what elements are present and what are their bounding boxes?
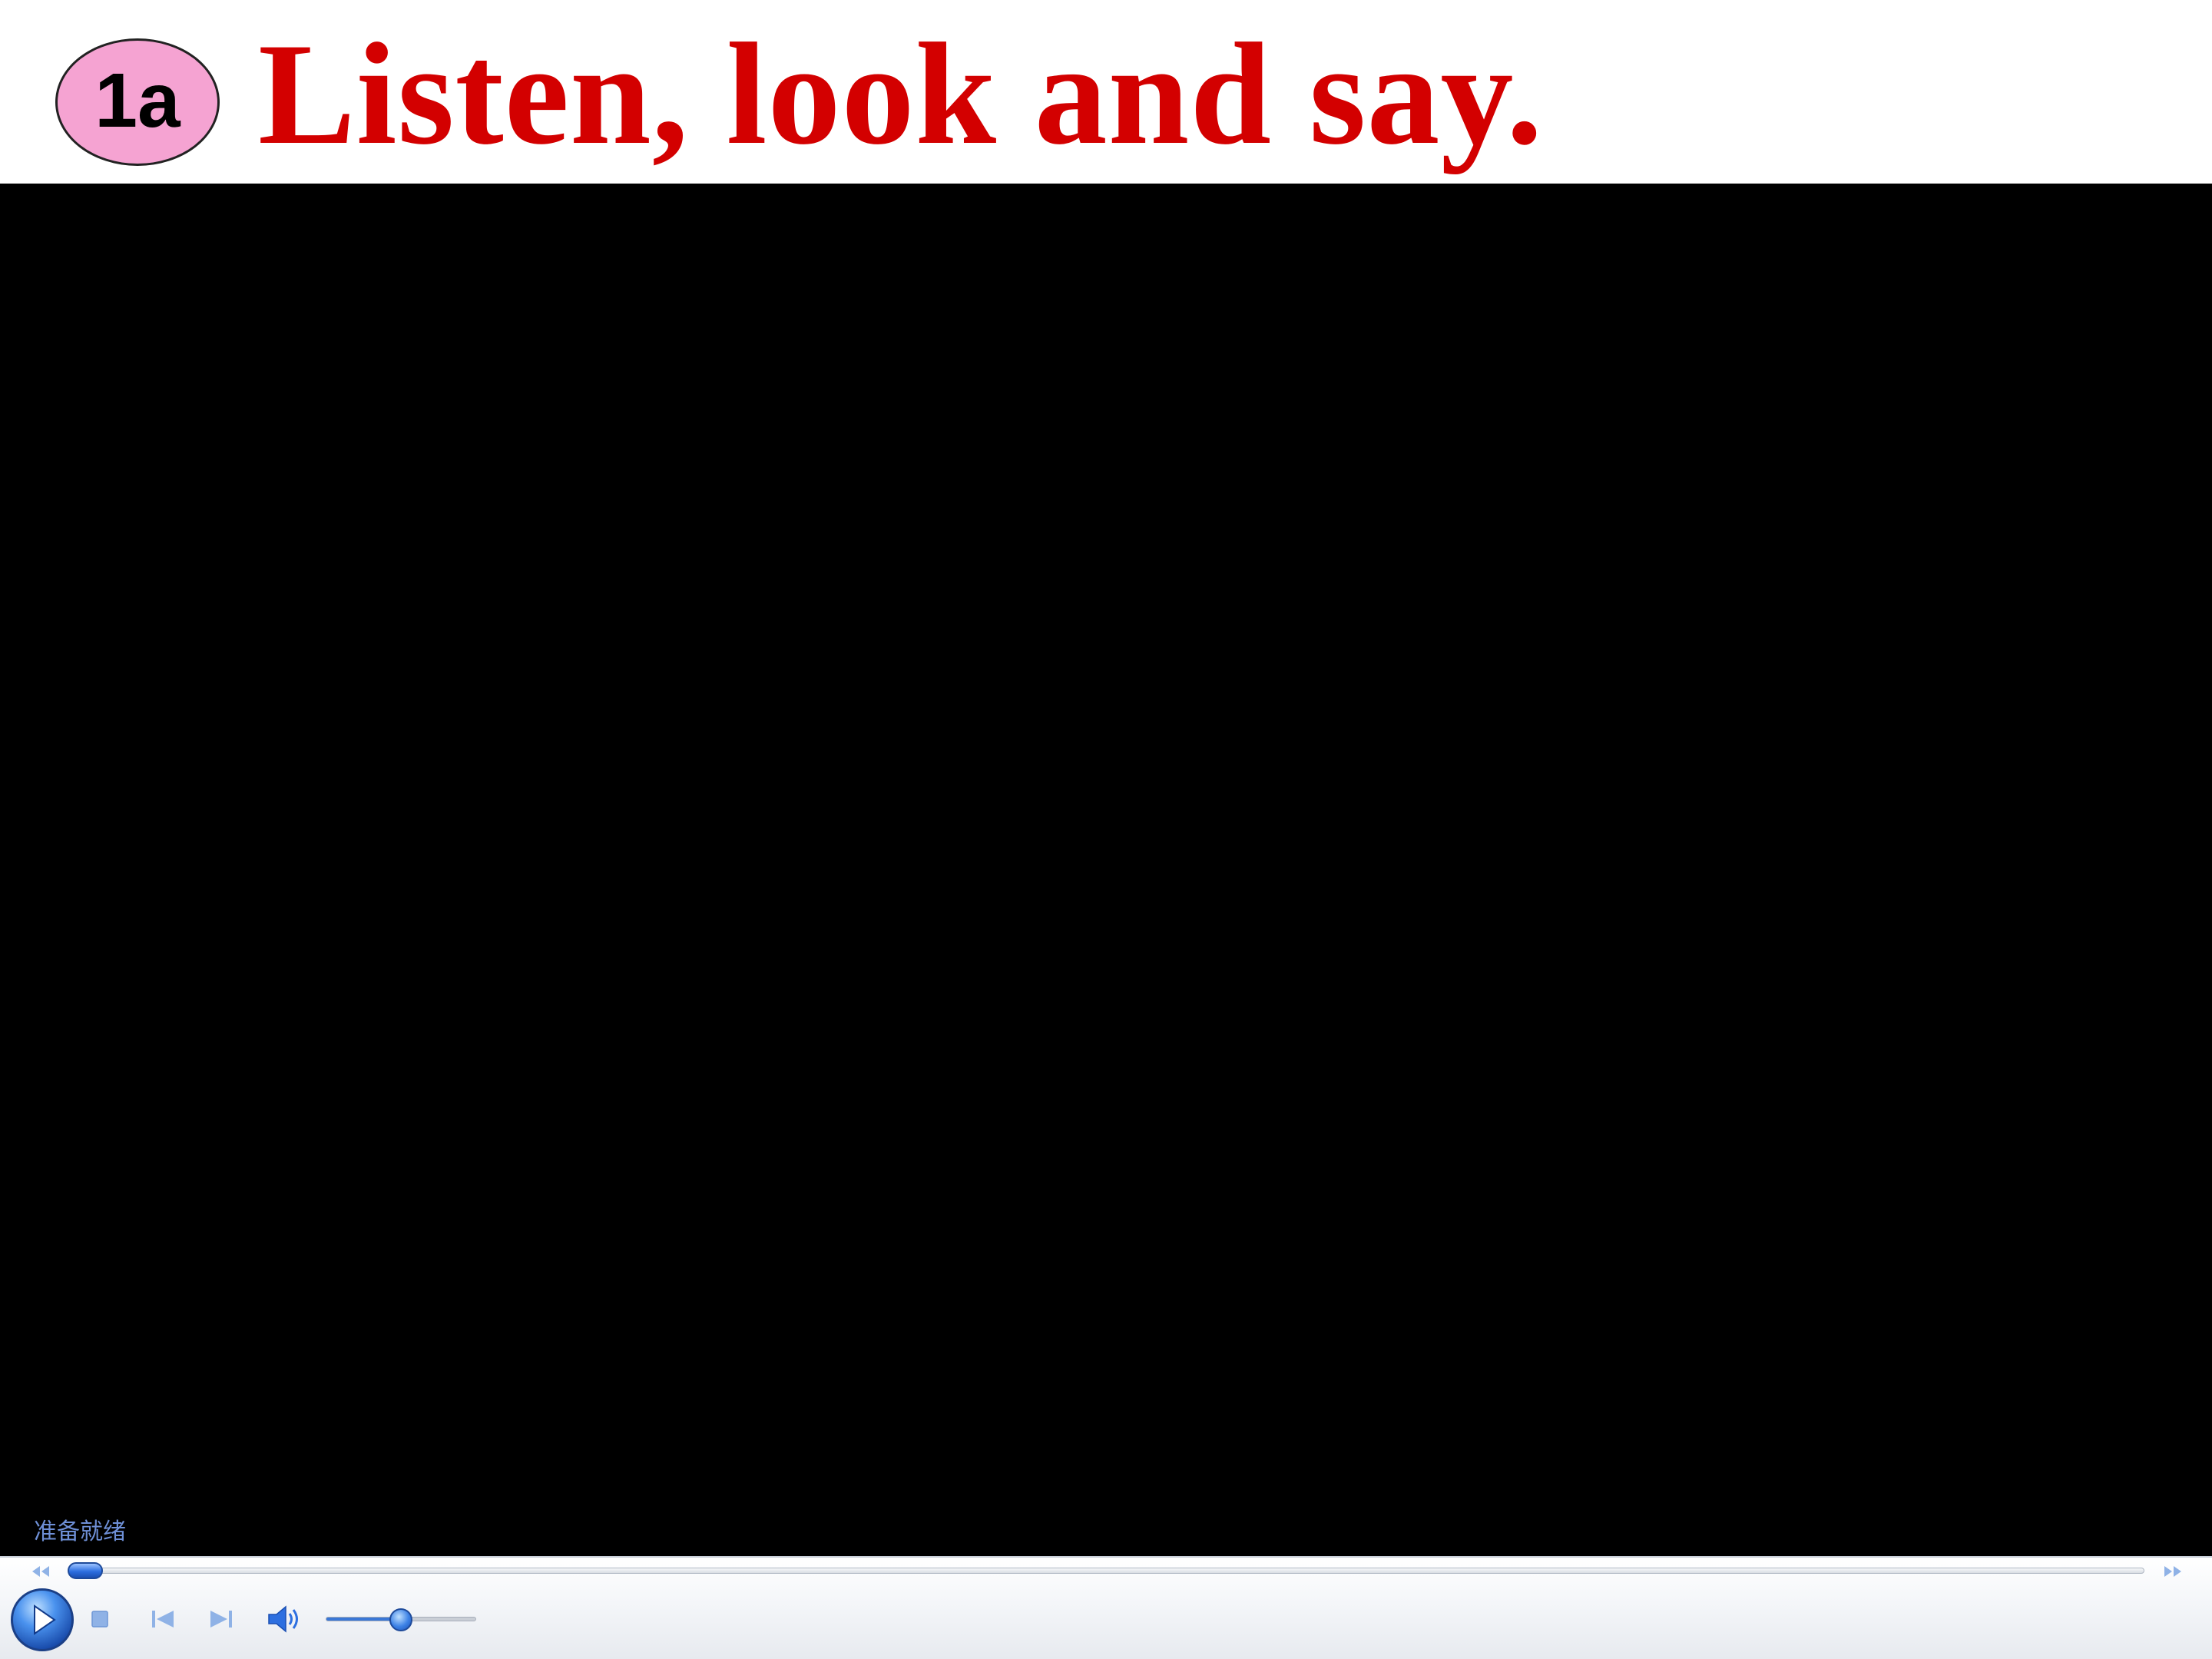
player-status-text: 准备就绪 xyxy=(34,1518,126,1545)
slide-title: Listen, look and say. xyxy=(258,14,1544,175)
slide-header: 1a Listen, look and say. xyxy=(0,0,2212,184)
activity-badge: 1a xyxy=(55,38,220,166)
media-player: 准备就绪 xyxy=(0,184,2212,1659)
seek-bar-thumb[interactable] xyxy=(68,1562,103,1579)
stop-button[interactable] xyxy=(81,1602,118,1636)
stop-icon xyxy=(91,1611,108,1628)
play-icon xyxy=(34,1604,56,1635)
next-track-icon xyxy=(210,1611,232,1628)
fast-forward-icon[interactable] xyxy=(2158,1564,2186,1579)
slide: 1a Listen, look and say. 准备就绪 xyxy=(0,0,2212,1659)
play-button[interactable] xyxy=(11,1588,74,1651)
volume-slider-thumb[interactable] xyxy=(389,1608,412,1631)
seek-bar[interactable] xyxy=(71,1568,2144,1574)
transport-buttons xyxy=(0,1584,2212,1659)
seek-row xyxy=(0,1558,2212,1584)
activity-badge-label: 1a xyxy=(94,58,180,144)
mute-button[interactable] xyxy=(264,1602,307,1636)
rewind-icon[interactable] xyxy=(28,1564,55,1579)
video-display[interactable] xyxy=(0,184,2212,1556)
speaker-icon xyxy=(268,1605,298,1633)
next-track-button[interactable] xyxy=(203,1602,240,1636)
previous-track-icon xyxy=(152,1611,174,1628)
previous-track-button[interactable] xyxy=(144,1602,181,1636)
player-control-bar xyxy=(0,1556,2212,1659)
